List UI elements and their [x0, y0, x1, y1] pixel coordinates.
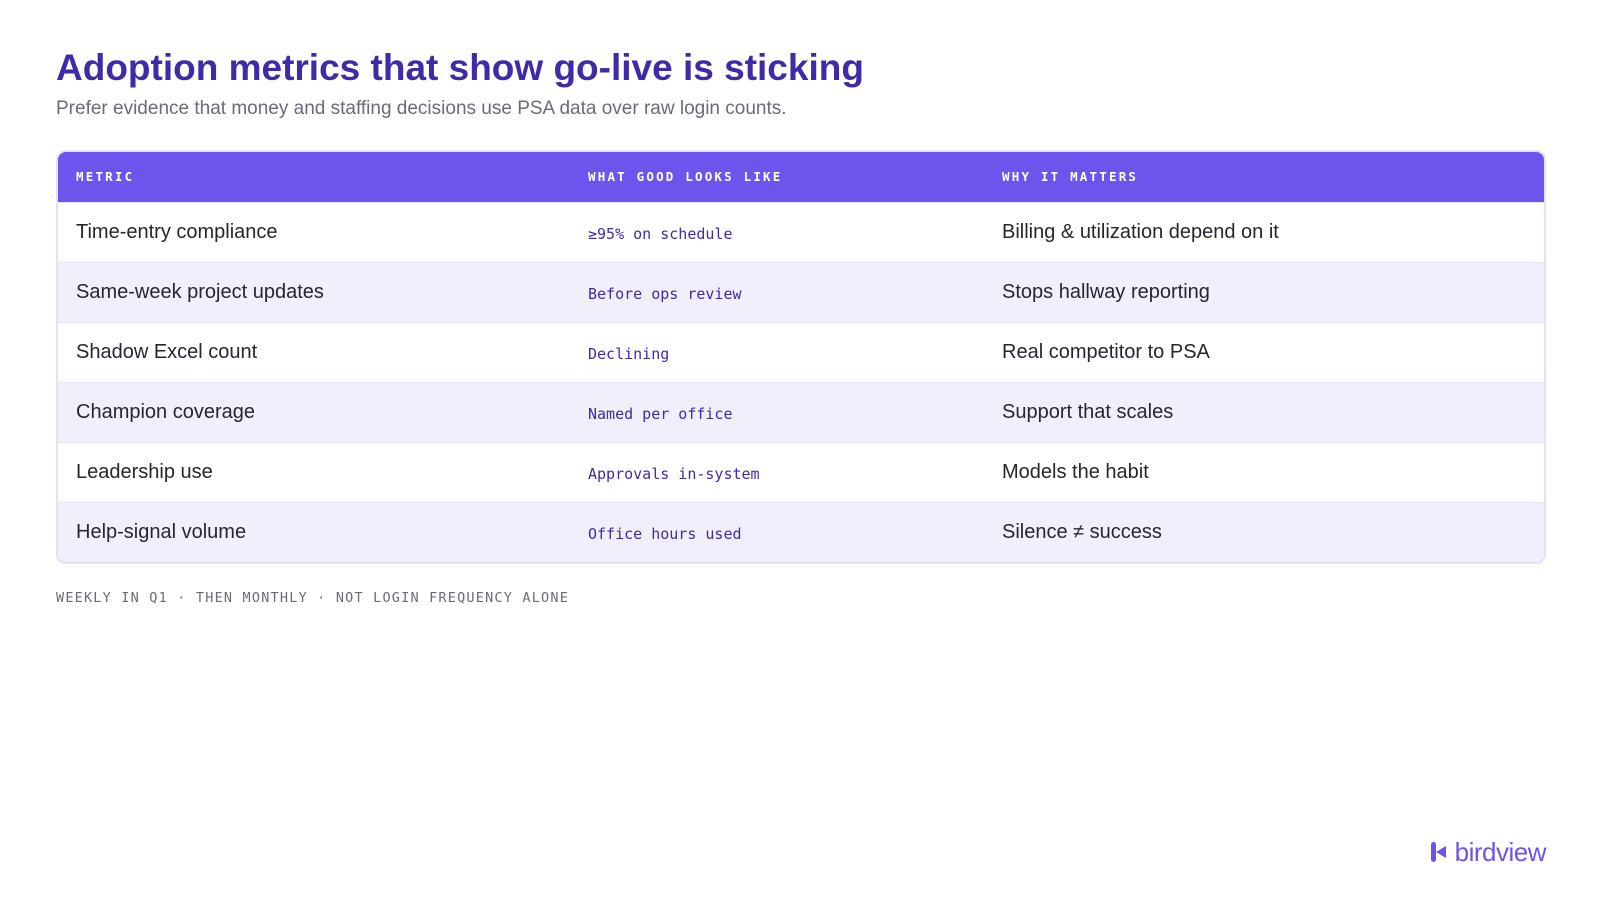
why-cell: Silence ≠ success — [1002, 520, 1162, 543]
metric-cell: Time-entry compliance — [76, 220, 278, 243]
metrics-table: METRIC WHAT GOOD LOOKS LIKE WHY IT MATTE… — [56, 150, 1546, 564]
table-row: Time-entry compliance ≥95% on schedule B… — [58, 202, 1544, 262]
metric-cell: Help-signal volume — [76, 520, 247, 543]
page-title: Adoption metrics that show go-live is st… — [56, 47, 864, 88]
column-header-metric: METRIC — [76, 169, 135, 185]
metric-cell: Champion coverage — [76, 400, 255, 423]
metric-cell: Shadow Excel count — [76, 340, 258, 363]
birdview-logo-icon — [1430, 842, 1446, 862]
good-cell: Named per office — [588, 404, 733, 423]
good-cell: Approvals in-system — [588, 464, 760, 483]
table-row: Same-week project updates Before ops rev… — [58, 262, 1544, 322]
column-header-why-it-matters: WHY IT MATTERS — [1002, 169, 1139, 185]
metric-cell: Same-week project updates — [76, 280, 324, 303]
why-cell: Stops hallway reporting — [1002, 280, 1210, 303]
good-cell: ≥95% on schedule — [588, 224, 733, 243]
table-row: Leadership use Approvals in-system Model… — [58, 442, 1544, 502]
table-header-row: METRIC WHAT GOOD LOOKS LIKE WHY IT MATTE… — [58, 152, 1544, 202]
why-cell: Models the habit — [1002, 460, 1149, 483]
why-cell: Billing & utilization depend on it — [1002, 220, 1279, 243]
metric-cell: Leadership use — [76, 460, 213, 483]
logo-wordmark: birdview — [1454, 837, 1547, 867]
good-cell: Before ops review — [588, 284, 742, 303]
slide: Adoption metrics that show go-live is st… — [0, 0, 1600, 900]
footnote: WEEKLY IN Q1 · THEN MONTHLY · NOT LOGIN … — [56, 590, 570, 606]
table-row: Help-signal volume Office hours used Sil… — [58, 502, 1544, 562]
table-row: Shadow Excel count Declining Real compet… — [58, 322, 1544, 382]
brand-logo: birdview — [1430, 836, 1547, 868]
good-cell: Office hours used — [588, 524, 742, 543]
why-cell: Support that scales — [1002, 400, 1174, 423]
table-row: Champion coverage Named per office Suppo… — [58, 382, 1544, 442]
column-header-what-good-looks-like: WHAT GOOD LOOKS LIKE — [588, 169, 783, 185]
page-subtitle: Prefer evidence that money and staffing … — [56, 98, 787, 119]
good-cell: Declining — [588, 344, 670, 363]
why-cell: Real competitor to PSA — [1002, 340, 1210, 363]
